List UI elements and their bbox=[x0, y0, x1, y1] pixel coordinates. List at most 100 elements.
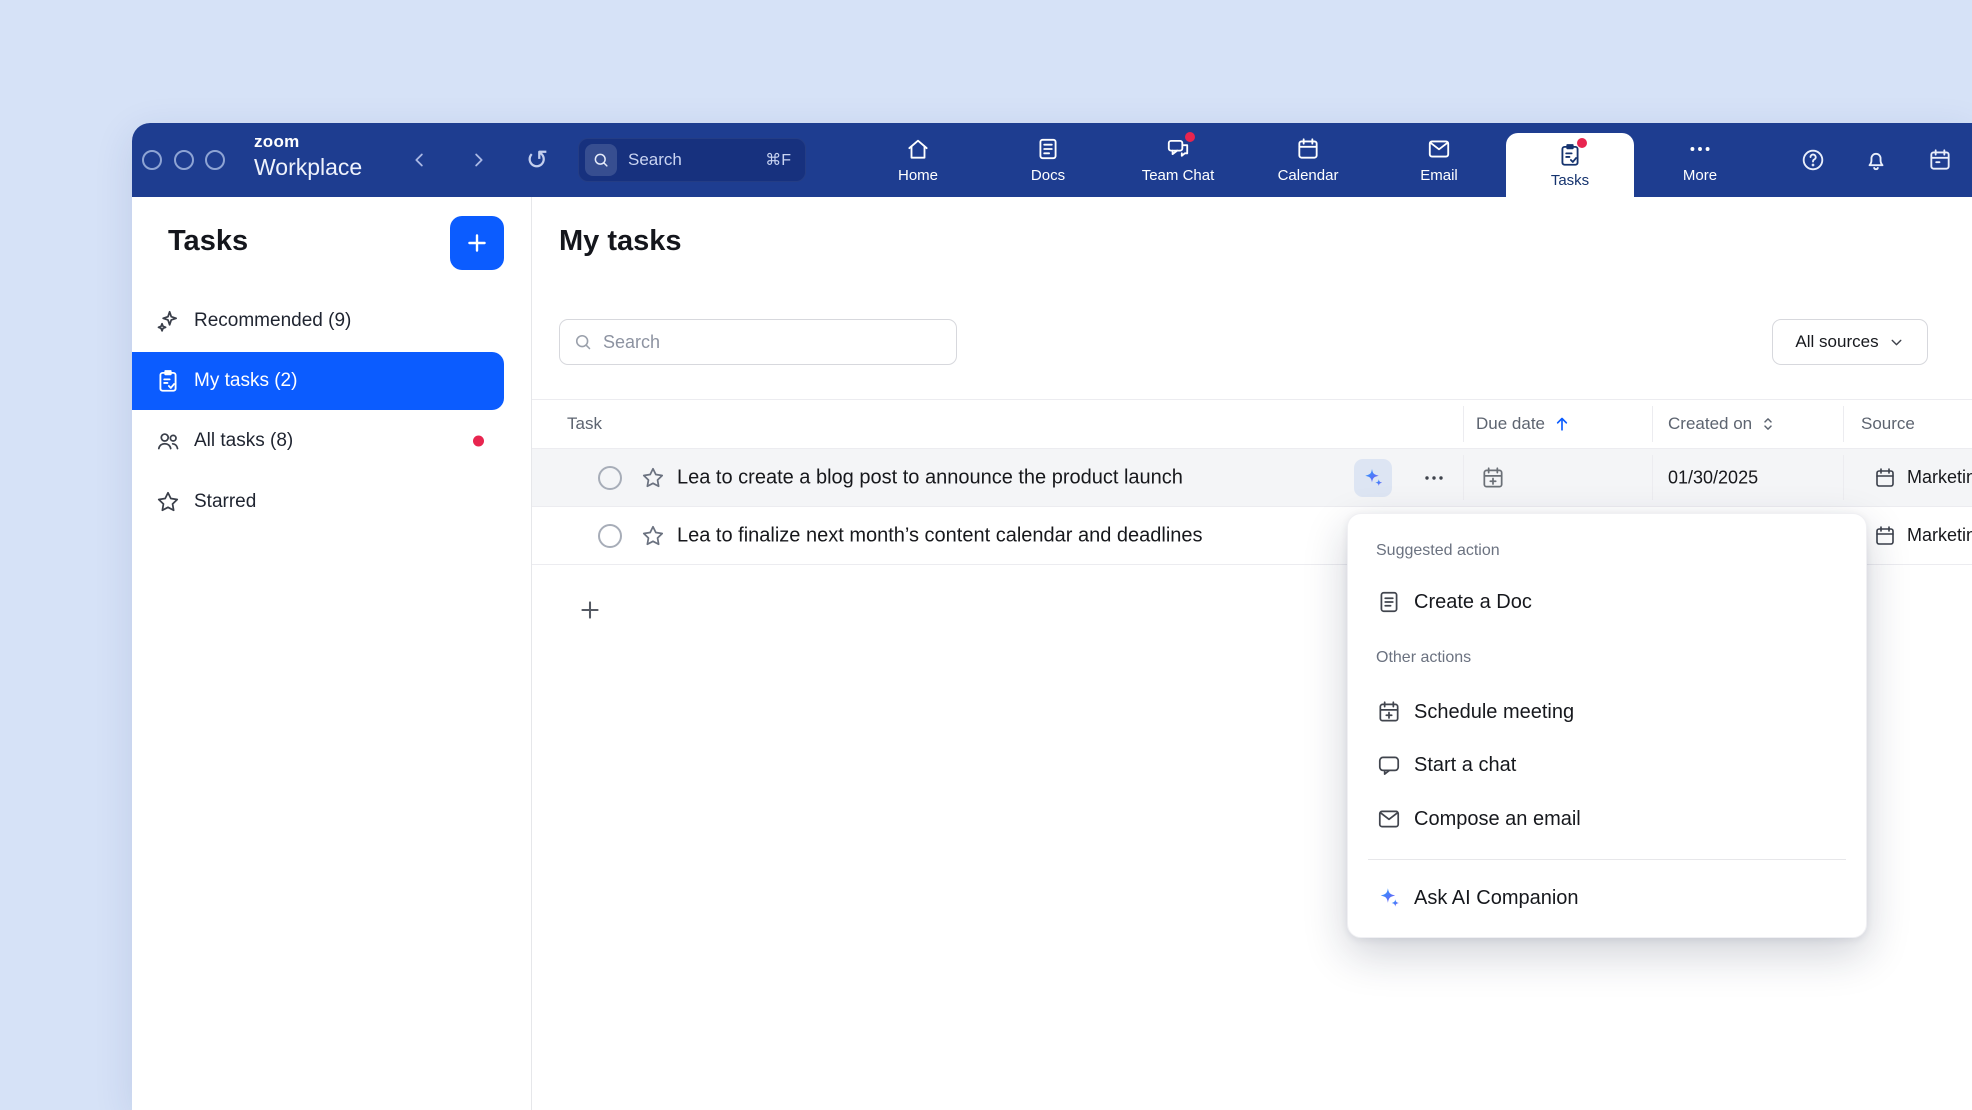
star-icon[interactable] bbox=[640, 465, 666, 491]
suggested-action-heading: Suggested action bbox=[1376, 542, 1500, 560]
sidebar-item-all-tasks[interactable]: All tasks (8) bbox=[132, 412, 504, 470]
tasks-sidebar: Tasks Recommended (9) My tasks (2) All t… bbox=[132, 197, 532, 1110]
more-icon bbox=[1687, 136, 1713, 162]
sidebar-item-recommended[interactable]: Recommended (9) bbox=[132, 292, 504, 350]
sidebar-item-my-tasks[interactable]: My tasks (2) bbox=[132, 352, 504, 410]
menu-item-ask-ai-companion[interactable]: Ask AI Companion bbox=[1362, 876, 1852, 920]
task-title: Lea to finalize next month’s content cal… bbox=[677, 524, 1203, 547]
task-complete-radio[interactable] bbox=[598, 524, 622, 548]
doc-icon bbox=[1376, 589, 1402, 615]
sources-filter-label: All sources bbox=[1795, 332, 1878, 352]
ai-sparkle-icon bbox=[1361, 466, 1385, 490]
source-calendar-icon bbox=[1873, 524, 1897, 548]
ai-actions-menu: Suggested action Create a Doc Other acti… bbox=[1347, 513, 1867, 938]
search-icon bbox=[592, 151, 610, 169]
column-created-on[interactable]: Created on bbox=[1668, 400, 1777, 448]
sidebar-title: Tasks bbox=[168, 225, 248, 258]
other-actions-heading: Other actions bbox=[1376, 649, 1471, 667]
task-complete-radio[interactable] bbox=[598, 466, 622, 490]
source-cell: Marketing bbox=[1873, 466, 1972, 490]
ai-sparkle-icon bbox=[1376, 885, 1402, 911]
all-tasks-notification-dot bbox=[473, 436, 484, 447]
calendar-icon bbox=[1295, 136, 1321, 162]
source-value: Marketing bbox=[1907, 467, 1972, 488]
team-chat-icon bbox=[1165, 136, 1191, 162]
add-task-inline-button[interactable] bbox=[577, 597, 603, 623]
column-due-date[interactable]: Due date bbox=[1476, 400, 1572, 448]
row-more-button[interactable] bbox=[1416, 460, 1452, 496]
brand-product-text: Workplace bbox=[254, 156, 362, 179]
calendar-plus-icon bbox=[1480, 465, 1506, 491]
home-icon bbox=[905, 136, 931, 162]
nav-forward-button[interactable] bbox=[456, 123, 500, 197]
sparkles-icon bbox=[155, 308, 181, 334]
chevron-down-icon bbox=[1888, 334, 1905, 351]
sort-ascending-icon[interactable] bbox=[1552, 414, 1572, 434]
window-control-1[interactable] bbox=[142, 150, 162, 170]
people-icon bbox=[155, 428, 181, 454]
task-row-1[interactable]: Lea to create a blog post to announce th… bbox=[532, 449, 1972, 507]
menu-divider bbox=[1368, 859, 1846, 860]
source-cell: Marketing bbox=[1873, 524, 1972, 548]
menu-item-compose-email[interactable]: Compose an email bbox=[1362, 797, 1852, 841]
task-title: Lea to create a blog post to announce th… bbox=[677, 466, 1183, 489]
notifications-button[interactable] bbox=[1854, 123, 1898, 197]
add-due-date-button[interactable] bbox=[1480, 465, 1506, 491]
page-title: My tasks bbox=[559, 225, 682, 258]
history-button[interactable]: ↺ bbox=[515, 123, 559, 197]
help-button[interactable] bbox=[1791, 123, 1835, 197]
email-icon bbox=[1426, 136, 1452, 162]
tasks-notification-dot bbox=[1577, 138, 1587, 148]
add-task-button[interactable] bbox=[450, 216, 504, 270]
tasks-icon bbox=[1557, 142, 1583, 168]
column-task: Task bbox=[567, 400, 602, 448]
docs-icon bbox=[1035, 136, 1061, 162]
help-icon bbox=[1800, 147, 1826, 173]
ellipsis-icon bbox=[1422, 466, 1446, 490]
source-calendar-icon bbox=[1873, 466, 1897, 490]
team-chat-notification-dot bbox=[1185, 132, 1195, 142]
bell-icon bbox=[1863, 147, 1889, 173]
plus-icon bbox=[577, 597, 603, 623]
menu-item-schedule-meeting[interactable]: Schedule meeting bbox=[1362, 690, 1852, 734]
nav-back-button[interactable] bbox=[398, 123, 442, 197]
nav-team-chat[interactable]: Team Chat bbox=[1116, 123, 1240, 197]
nav-more[interactable]: More bbox=[1638, 123, 1762, 197]
search-icon bbox=[573, 332, 593, 352]
star-icon[interactable] bbox=[640, 523, 666, 549]
app-window: zoom Workplace ↺ Search ⌘F Home bbox=[132, 123, 1972, 1110]
chat-bubble-icon bbox=[1376, 752, 1402, 778]
plus-icon bbox=[464, 230, 490, 256]
task-search-field[interactable] bbox=[559, 319, 957, 365]
menu-item-create-doc[interactable]: Create a Doc bbox=[1362, 580, 1852, 624]
menu-item-start-chat[interactable]: Start a chat bbox=[1362, 743, 1852, 787]
ai-companion-actions-button[interactable] bbox=[1354, 459, 1392, 497]
history-icon: ↺ bbox=[526, 145, 549, 176]
top-bar: zoom Workplace ↺ Search ⌘F Home bbox=[132, 123, 1972, 197]
email-icon bbox=[1376, 806, 1402, 832]
nav-docs[interactable]: Docs bbox=[986, 123, 1110, 197]
brand-logo: zoom Workplace bbox=[254, 133, 362, 179]
created-on-value: 01/30/2025 bbox=[1668, 467, 1758, 488]
sort-toggle-icon[interactable] bbox=[1759, 415, 1777, 433]
column-source[interactable]: Source bbox=[1861, 400, 1915, 448]
star-icon bbox=[155, 489, 181, 515]
my-tasks-icon bbox=[155, 368, 181, 394]
calendar-tray-button[interactable] bbox=[1918, 123, 1962, 197]
sidebar-item-starred[interactable]: Starred bbox=[132, 473, 504, 531]
nav-email[interactable]: Email bbox=[1377, 123, 1501, 197]
calendar-tray-icon bbox=[1927, 147, 1953, 173]
calendar-plus-icon bbox=[1376, 699, 1402, 725]
nav-home[interactable]: Home bbox=[856, 123, 980, 197]
task-search-input[interactable] bbox=[603, 332, 956, 353]
window-control-3[interactable] bbox=[205, 150, 225, 170]
chevron-right-icon bbox=[467, 149, 489, 171]
global-search[interactable]: Search ⌘F bbox=[578, 138, 806, 182]
global-search-shortcut: ⌘F bbox=[765, 150, 791, 170]
window-control-2[interactable] bbox=[174, 150, 194, 170]
nav-calendar[interactable]: Calendar bbox=[1246, 123, 1370, 197]
nav-tasks-active-tab[interactable]: Tasks bbox=[1506, 133, 1634, 197]
brand-zoom-text: zoom bbox=[254, 133, 362, 150]
source-value: Marketing bbox=[1907, 525, 1972, 546]
sources-filter-dropdown[interactable]: All sources bbox=[1772, 319, 1928, 365]
